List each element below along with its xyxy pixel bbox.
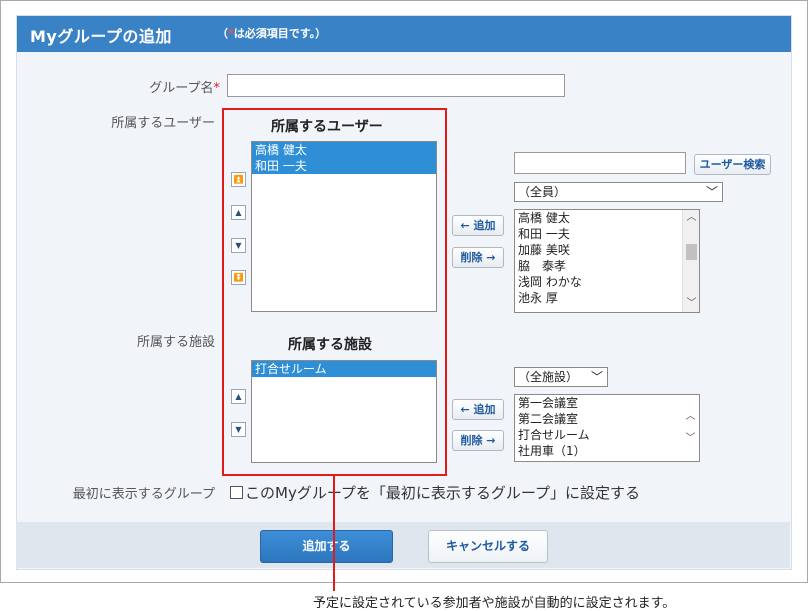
facilities-label: 所属する施設 xyxy=(136,335,215,350)
footer-bar xyxy=(16,522,790,568)
cancel-button[interactable]: キャンセルする xyxy=(428,530,548,563)
header-bar: Myグループの追加 （*は必須項目です。） xyxy=(17,16,791,52)
user-candidates-list[interactable]: 高橋 健太 和田 一夫 加藤 美咲 脇 泰孝 浅岡 わかな 池永 厚 ︿ ﹀ xyxy=(514,209,700,313)
facility-move-up-button[interactable]: ▲ xyxy=(231,389,246,404)
group-name-label: グループ名* xyxy=(149,81,220,96)
first-display-option[interactable]: このMyグループを「最初に表示するグループ」に設定する xyxy=(230,482,640,503)
callout-line xyxy=(333,476,335,591)
facility-group-select[interactable]: （全施設） ﹀ xyxy=(514,367,608,387)
list-item[interactable]: 高橋 健太 xyxy=(252,142,436,158)
list-item[interactable]: 和田 一夫 xyxy=(515,226,699,242)
users-section-title: 所属するユーザー xyxy=(271,119,383,135)
add-user-button[interactable]: ← 追加 xyxy=(452,215,504,236)
list-item[interactable]: 第二会議室 xyxy=(515,411,699,427)
submit-button[interactable]: 追加する xyxy=(260,530,393,563)
first-display-label: 最初に表示するグループ xyxy=(72,487,215,502)
scroll-thumb[interactable] xyxy=(686,244,697,260)
list-item[interactable]: 打合せルーム xyxy=(515,427,699,443)
members-label: 所属するユーザー xyxy=(111,116,215,131)
facility-candidates-list[interactable]: 第一会議室 第二会議室 打合せルーム 社用車（1） ︿ ﹀ xyxy=(514,394,700,462)
remove-user-button[interactable]: 削除 → xyxy=(452,247,504,268)
list-item[interactable]: 脇 泰孝 xyxy=(515,258,699,274)
facility-move-down-button[interactable]: ▼ xyxy=(231,422,246,437)
remove-facility-button[interactable]: 削除 → xyxy=(452,430,504,451)
list-item[interactable]: 社用車（1） xyxy=(515,443,699,459)
list-item[interactable]: 第一会議室 xyxy=(515,395,699,411)
move-bottom-button[interactable]: ⏬ xyxy=(231,270,246,285)
list-item[interactable]: 加藤 美咲 xyxy=(515,242,699,258)
list-item[interactable]: 浅岡 わかな xyxy=(515,274,699,290)
selected-facilities-list[interactable]: 打合せルーム xyxy=(251,360,437,463)
list-item[interactable]: 和田 一夫 xyxy=(252,158,436,174)
user-search-input[interactable] xyxy=(514,152,686,174)
user-search-button[interactable]: ユーザー検索 xyxy=(694,154,771,175)
scroll-down-icon[interactable]: ﹀ xyxy=(682,431,699,447)
selected-users-list[interactable]: 高橋 健太 和田 一夫 xyxy=(251,141,437,312)
group-name-input[interactable] xyxy=(227,74,565,97)
user-group-select[interactable]: （全員） ﹀ xyxy=(514,182,723,202)
list-item[interactable]: 打合せルーム xyxy=(252,361,436,377)
scroll-up-icon[interactable]: ︿ xyxy=(683,210,699,226)
move-top-button[interactable]: ⏫ xyxy=(231,172,246,187)
scroll-down-icon[interactable]: ﹀ xyxy=(683,296,699,312)
facilities-section-title: 所属する施設 xyxy=(288,337,372,353)
user-list-scrollbar[interactable]: ︿ ﹀ xyxy=(682,210,699,312)
required-note: （*は必須項目です。） xyxy=(217,27,327,40)
chevron-down-icon: ﹀ xyxy=(705,185,718,199)
list-item[interactable]: 高橋 健太 xyxy=(515,210,699,226)
callout-text: 予定に設定されている参加者や施設が自動的に設定されます。 xyxy=(313,596,676,611)
facility-list-scrollbar[interactable]: ︿ ﹀ xyxy=(682,395,699,461)
scroll-up-icon[interactable]: ︿ xyxy=(682,409,699,425)
add-facility-button[interactable]: ← 追加 xyxy=(452,399,504,420)
move-up-button[interactable]: ▲ xyxy=(231,205,246,220)
first-display-checkbox-label: このMyグループを「最初に表示するグループ」に設定する xyxy=(245,484,641,502)
first-display-checkbox[interactable] xyxy=(230,486,243,499)
page-title: Myグループの追加 xyxy=(30,27,172,46)
chevron-down-icon: ﹀ xyxy=(590,370,603,384)
move-down-button[interactable]: ▼ xyxy=(231,238,246,253)
list-item[interactable]: 池永 厚 xyxy=(515,290,699,306)
